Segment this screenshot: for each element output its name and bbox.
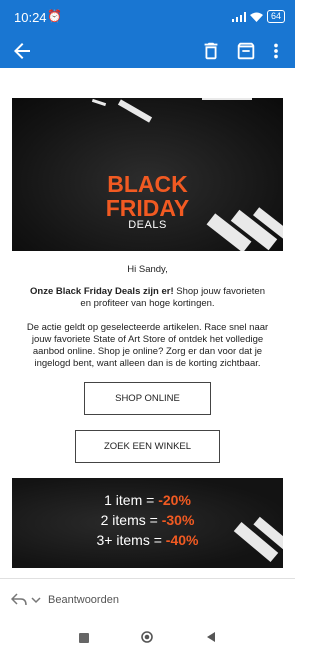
- discount-line-3: 3+ items = -40%: [12, 532, 283, 549]
- status-time: 10:24: [14, 10, 47, 25]
- reply-icon[interactable]: [11, 593, 27, 607]
- find-store-button[interactable]: ZOEK EEN WINKEL: [75, 430, 220, 463]
- intro-bold-text: Onze Black Friday Deals zijn er!: [30, 286, 174, 297]
- status-icons: 64: [231, 10, 285, 23]
- road-marking: [202, 98, 252, 100]
- alarm-icon: ⏰: [47, 9, 62, 23]
- discount-banner: 1 item = -20% 2 items = -30% 3+ items = …: [12, 478, 283, 568]
- banner-title-line2: FRIDAY: [105, 195, 190, 221]
- discount-value: -20%: [158, 492, 191, 508]
- chevron-down-icon[interactable]: [30, 594, 42, 606]
- email-body: BLACK FRIDAY DEALS Hi Sandy, Onze Black …: [0, 68, 295, 578]
- banner-subtitle: DEALS: [128, 219, 167, 231]
- discount-label: 1 item =: [104, 492, 159, 508]
- discount-value: -30%: [161, 512, 195, 528]
- black-friday-banner: BLACK FRIDAY DEALS: [12, 98, 283, 251]
- wifi-icon: [249, 12, 263, 22]
- banner-title-line1: BLACK: [107, 171, 188, 197]
- home-icon[interactable]: [141, 631, 153, 643]
- back-icon[interactable]: [205, 631, 217, 643]
- battery-icon: 64: [266, 10, 285, 23]
- reply-label[interactable]: Beantwoorden: [48, 594, 119, 606]
- reply-bar[interactable]: Beantwoorden: [0, 578, 295, 621]
- recent-apps-icon[interactable]: [79, 633, 89, 643]
- status-bar: 10:24 ⏰ 64: [0, 0, 295, 34]
- discount-line-1: 1 item = -20%: [12, 492, 283, 509]
- shop-online-button[interactable]: SHOP ONLINE: [84, 382, 211, 415]
- banner-title: BLACK FRIDAY: [12, 172, 283, 220]
- road-marking: [91, 98, 107, 107]
- intro-paragraph: Onze Black Friday Deals zijn er! Shop jo…: [24, 286, 271, 310]
- back-arrow-icon[interactable]: [10, 39, 34, 63]
- app-bar: [0, 34, 295, 68]
- discount-label: 2 items =: [100, 512, 162, 528]
- delete-icon[interactable]: [200, 40, 222, 62]
- discount-value: -40%: [165, 532, 199, 548]
- body-paragraph: De actie geldt op geselecteerde artikele…: [26, 322, 269, 369]
- discount-line-2: 2 items = -30%: [12, 512, 283, 529]
- more-options-icon[interactable]: [268, 40, 284, 62]
- greeting-text: Hi Sandy,: [127, 264, 168, 275]
- road-marking: [117, 99, 153, 123]
- archive-icon[interactable]: [235, 40, 257, 62]
- signal-icon: [231, 11, 246, 22]
- discount-label: 3+ items =: [96, 532, 166, 548]
